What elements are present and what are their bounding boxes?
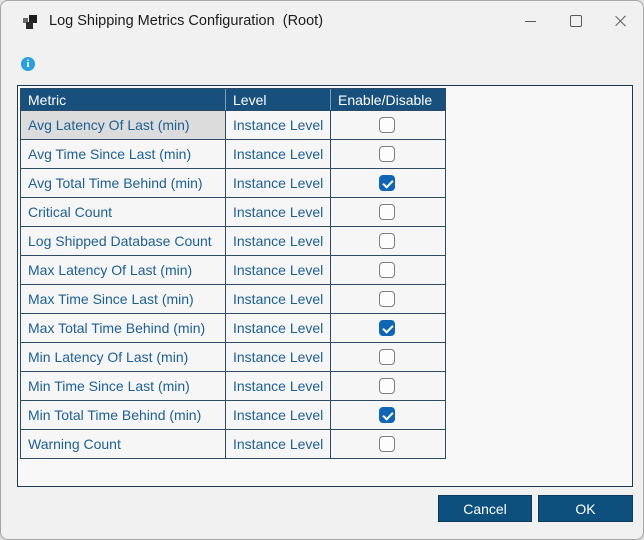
header-metric: Metric (28, 91, 67, 108)
metric-cell[interactable]: Min Total Time Behind (min) (21, 401, 225, 429)
metric-cell[interactable]: Warning Count (21, 430, 225, 458)
level-cell[interactable]: Instance Level (225, 256, 330, 284)
metric-cell[interactable]: Avg Latency Of Last (min) (21, 111, 225, 139)
enable-checkbox[interactable] (379, 262, 395, 278)
table-header-row: Metric Level Enable/Disable (21, 89, 445, 110)
metrics-panel: Metric Level Enable/Disable Avg Latency … (17, 85, 633, 487)
metric-cell[interactable]: Critical Count (21, 198, 225, 226)
window-controls (508, 1, 643, 41)
table-row[interactable]: Avg Latency Of Last (min) Instance Level (21, 110, 445, 139)
table-row[interactable]: Log Shipped Database Count Instance Leve… (21, 226, 445, 255)
checkbox-cell[interactable] (330, 256, 443, 284)
close-icon (615, 15, 627, 27)
metric-cell[interactable]: Max Time Since Last (min) (21, 285, 225, 313)
table-body: Avg Latency Of Last (min) Instance Level… (21, 110, 445, 458)
metric-cell[interactable]: Min Latency Of Last (min) (21, 343, 225, 371)
checkbox-cell[interactable] (330, 169, 443, 197)
metric-cell[interactable]: Max Total Time Behind (min) (21, 314, 225, 342)
table-row[interactable]: Critical Count Instance Level (21, 197, 445, 226)
title-bar: Log Shipping Metrics Configuration (Root… (1, 1, 643, 41)
minimize-button[interactable] (508, 1, 553, 41)
table-row[interactable]: Warning Count Instance Level (21, 429, 445, 458)
metric-cell[interactable]: Avg Total Time Behind (min) (21, 169, 225, 197)
table-row[interactable]: Min Time Since Last (min) Instance Level (21, 371, 445, 400)
level-cell[interactable]: Instance Level (225, 314, 330, 342)
checkbox-cell[interactable] (330, 430, 443, 458)
table-row[interactable]: Min Total Time Behind (min) Instance Lev… (21, 400, 445, 429)
ok-button[interactable]: OK (538, 495, 633, 522)
level-cell[interactable]: Instance Level (225, 169, 330, 197)
enable-checkbox[interactable] (379, 291, 395, 307)
metric-cell[interactable]: Min Time Since Last (min) (21, 372, 225, 400)
enable-checkbox[interactable] (379, 349, 395, 365)
cancel-button[interactable]: Cancel (438, 495, 532, 522)
level-cell[interactable]: Instance Level (225, 285, 330, 313)
level-cell[interactable]: Instance Level (225, 140, 330, 168)
table-row[interactable]: Max Latency Of Last (min) Instance Level (21, 255, 445, 284)
enable-checkbox[interactable] (379, 233, 395, 249)
level-cell[interactable]: Instance Level (225, 111, 330, 139)
metric-cell[interactable]: Max Latency Of Last (min) (21, 256, 225, 284)
app-icon (23, 13, 40, 30)
level-cell[interactable]: Instance Level (225, 343, 330, 371)
checkbox-cell[interactable] (330, 227, 443, 255)
level-cell[interactable]: Instance Level (225, 430, 330, 458)
table-row[interactable]: Max Time Since Last (min) Instance Level (21, 284, 445, 313)
enable-checkbox[interactable] (379, 146, 395, 162)
header-level: Level (225, 89, 330, 110)
checkbox-cell[interactable] (330, 343, 443, 371)
checkbox-cell[interactable] (330, 372, 443, 400)
minimize-icon (525, 20, 536, 22)
enable-checkbox[interactable] (379, 204, 395, 220)
level-cell[interactable]: Instance Level (225, 198, 330, 226)
header-enable-disable: Enable/Disable (330, 89, 443, 110)
metric-cell[interactable]: Log Shipped Database Count (21, 227, 225, 255)
checkbox-cell[interactable] (330, 198, 443, 226)
level-cell[interactable]: Instance Level (225, 372, 330, 400)
maximize-icon (569, 15, 582, 27)
table-row[interactable]: Avg Time Since Last (min) Instance Level (21, 139, 445, 168)
table-row[interactable]: Min Latency Of Last (min) Instance Level (21, 342, 445, 371)
level-cell[interactable]: Instance Level (225, 401, 330, 429)
maximize-button[interactable] (553, 1, 598, 41)
level-cell[interactable]: Instance Level (225, 227, 330, 255)
dialog-window: Log Shipping Metrics Configuration (Root… (0, 0, 644, 540)
checkbox-cell[interactable] (330, 140, 443, 168)
close-button[interactable] (598, 1, 643, 41)
enable-checkbox[interactable] (379, 117, 395, 133)
checkbox-cell[interactable] (330, 401, 443, 429)
checkbox-cell[interactable] (330, 314, 443, 342)
enable-checkbox[interactable] (379, 378, 395, 394)
enable-checkbox[interactable] (379, 320, 395, 336)
checkbox-cell[interactable] (330, 285, 443, 313)
enable-checkbox[interactable] (379, 175, 395, 191)
metric-cell[interactable]: Avg Time Since Last (min) (21, 140, 225, 168)
table-row[interactable]: Max Total Time Behind (min) Instance Lev… (21, 313, 445, 342)
enable-checkbox[interactable] (379, 407, 395, 423)
table-row[interactable]: Avg Total Time Behind (min) Instance Lev… (21, 168, 445, 197)
info-icon[interactable]: i (21, 57, 35, 71)
checkbox-cell[interactable] (330, 111, 443, 139)
enable-checkbox[interactable] (379, 436, 395, 452)
window-title: Log Shipping Metrics Configuration (Root… (49, 13, 324, 29)
metrics-table: Metric Level Enable/Disable Avg Latency … (20, 88, 446, 459)
